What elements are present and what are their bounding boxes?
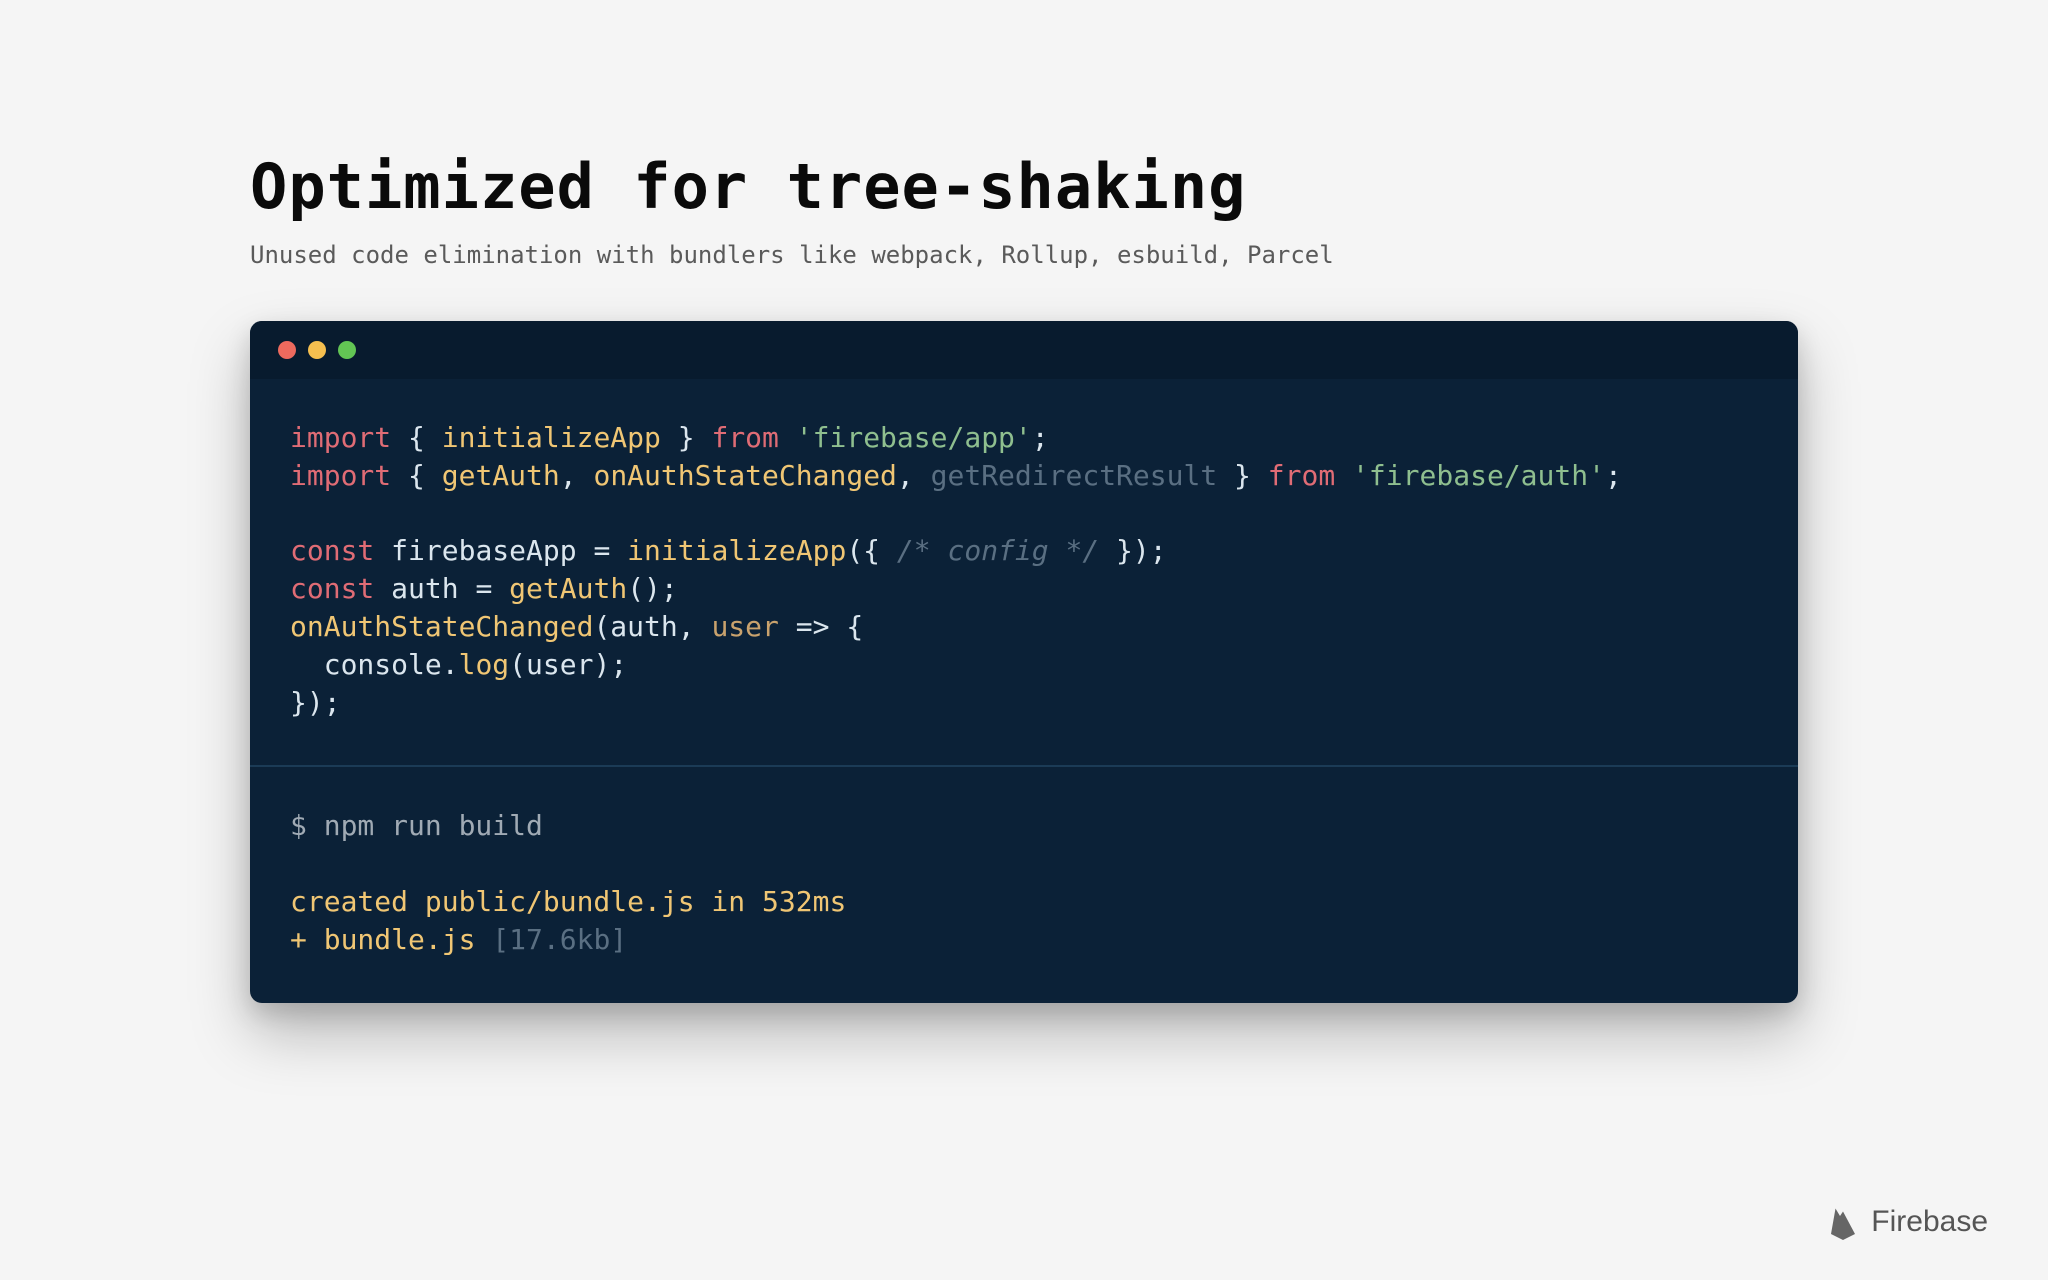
firebase-wordmark: Firebase	[1871, 1205, 1988, 1239]
keyword-from: from	[1268, 459, 1335, 492]
keyword-const: const	[290, 534, 374, 567]
build-output-size: [17.6kb]	[492, 923, 627, 956]
fn-getRedirectResult-unused: getRedirectResult	[931, 459, 1218, 492]
output-pane: $ npm run build created public/bundle.js…	[250, 767, 1798, 1002]
terminal-window: import { initializeApp } from 'firebase/…	[250, 321, 1798, 1003]
fn-onAuthStateChanged: onAuthStateChanged	[593, 459, 896, 492]
keyword-const: const	[290, 572, 374, 605]
keyword-import: import	[290, 459, 391, 492]
string-firebase-auth: 'firebase/auth'	[1352, 459, 1605, 492]
build-output-created: created public/bundle.js in 532ms	[290, 885, 846, 918]
build-output-bundle: + bundle.js	[290, 923, 492, 956]
id-auth: auth	[391, 572, 458, 605]
code-pane: import { initializeApp } from 'firebase/…	[250, 379, 1798, 765]
close-icon[interactable]	[278, 341, 296, 359]
page-title: Optimized for tree-shaking	[250, 150, 1798, 223]
firebase-icon	[1825, 1204, 1861, 1240]
id-firebaseApp: firebaseApp	[391, 534, 576, 567]
minimize-icon[interactable]	[308, 341, 326, 359]
window-titlebar	[250, 321, 1798, 379]
page-subtitle: Unused code elimination with bundlers li…	[250, 241, 1798, 269]
fn-getAuth: getAuth	[442, 459, 560, 492]
string-firebase-app: 'firebase/app'	[796, 421, 1032, 454]
param-user: user	[711, 610, 778, 643]
keyword-from: from	[711, 421, 778, 454]
fn-initializeApp: initializeApp	[442, 421, 661, 454]
comment-config: /* config */	[897, 534, 1099, 567]
keyword-import: import	[290, 421, 391, 454]
firebase-logo: Firebase	[1825, 1204, 1988, 1240]
shell-prompt: $ npm run build	[290, 809, 543, 842]
maximize-icon[interactable]	[338, 341, 356, 359]
